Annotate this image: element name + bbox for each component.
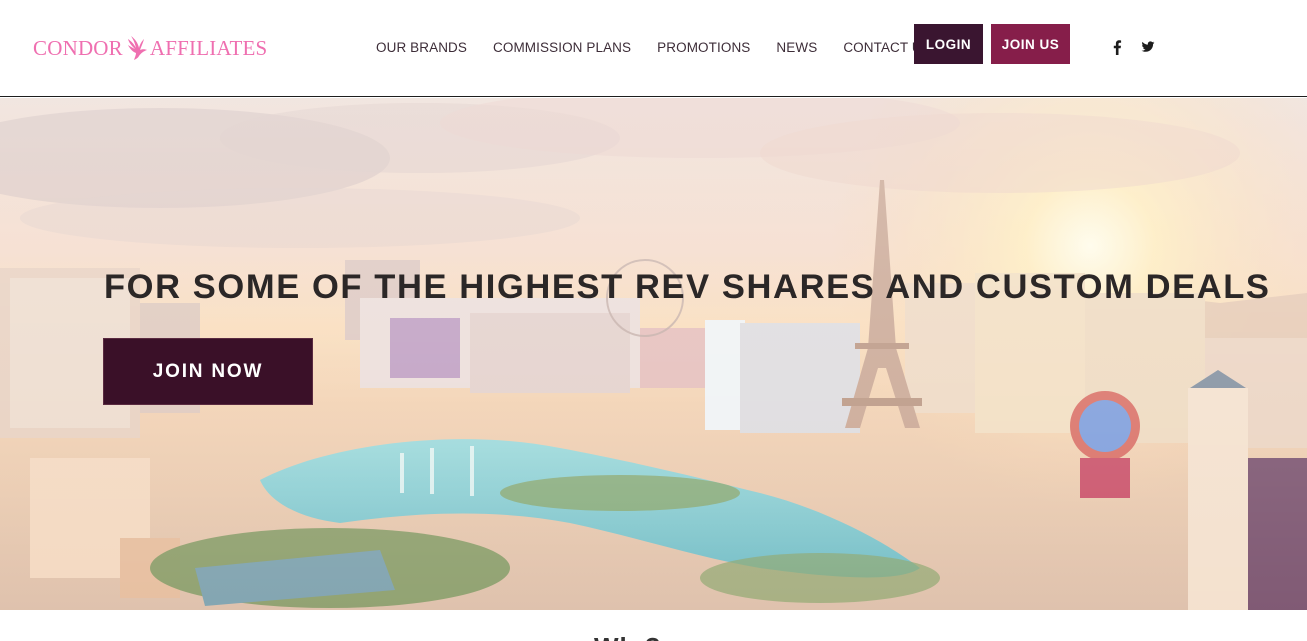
main-nav: OUR BRANDS COMMISSION PLANS PROMOTIONS N…: [376, 39, 957, 57]
site-header: CONDOR AFFILIATES OUR BRANDS COMMISSION …: [0, 0, 1307, 97]
logo-text-affiliates: AFFILIATES: [149, 35, 268, 60]
login-button[interactable]: LOGIN: [914, 24, 983, 64]
nav-item-commission-plans[interactable]: COMMISSION PLANS: [493, 39, 631, 57]
join-now-button[interactable]: JOIN NOW: [103, 338, 313, 405]
join-us-button[interactable]: JOIN US: [991, 24, 1070, 64]
nav-item-news[interactable]: NEWS: [776, 39, 817, 57]
nav-item-our-brands[interactable]: OUR BRANDS: [376, 39, 467, 57]
site-logo[interactable]: CONDOR AFFILIATES: [33, 33, 267, 63]
hero-banner: FOR SOME OF THE HIGHEST REV SHARES AND C…: [0, 98, 1307, 610]
facebook-icon: [1113, 40, 1122, 55]
condor-bird-icon: [127, 36, 147, 60]
logo-text-condor: CONDOR: [33, 35, 123, 60]
hero-headline: FOR SOME OF THE HIGHEST REV SHARES AND C…: [104, 268, 1271, 306]
facebook-link[interactable]: [1112, 40, 1122, 55]
nav-item-promotions[interactable]: PROMOTIONS: [657, 39, 750, 57]
section-title: Wh ?: [594, 632, 662, 641]
twitter-link[interactable]: [1141, 40, 1155, 54]
intro-section: Wh ?: [0, 610, 1307, 641]
twitter-icon: [1141, 41, 1155, 52]
